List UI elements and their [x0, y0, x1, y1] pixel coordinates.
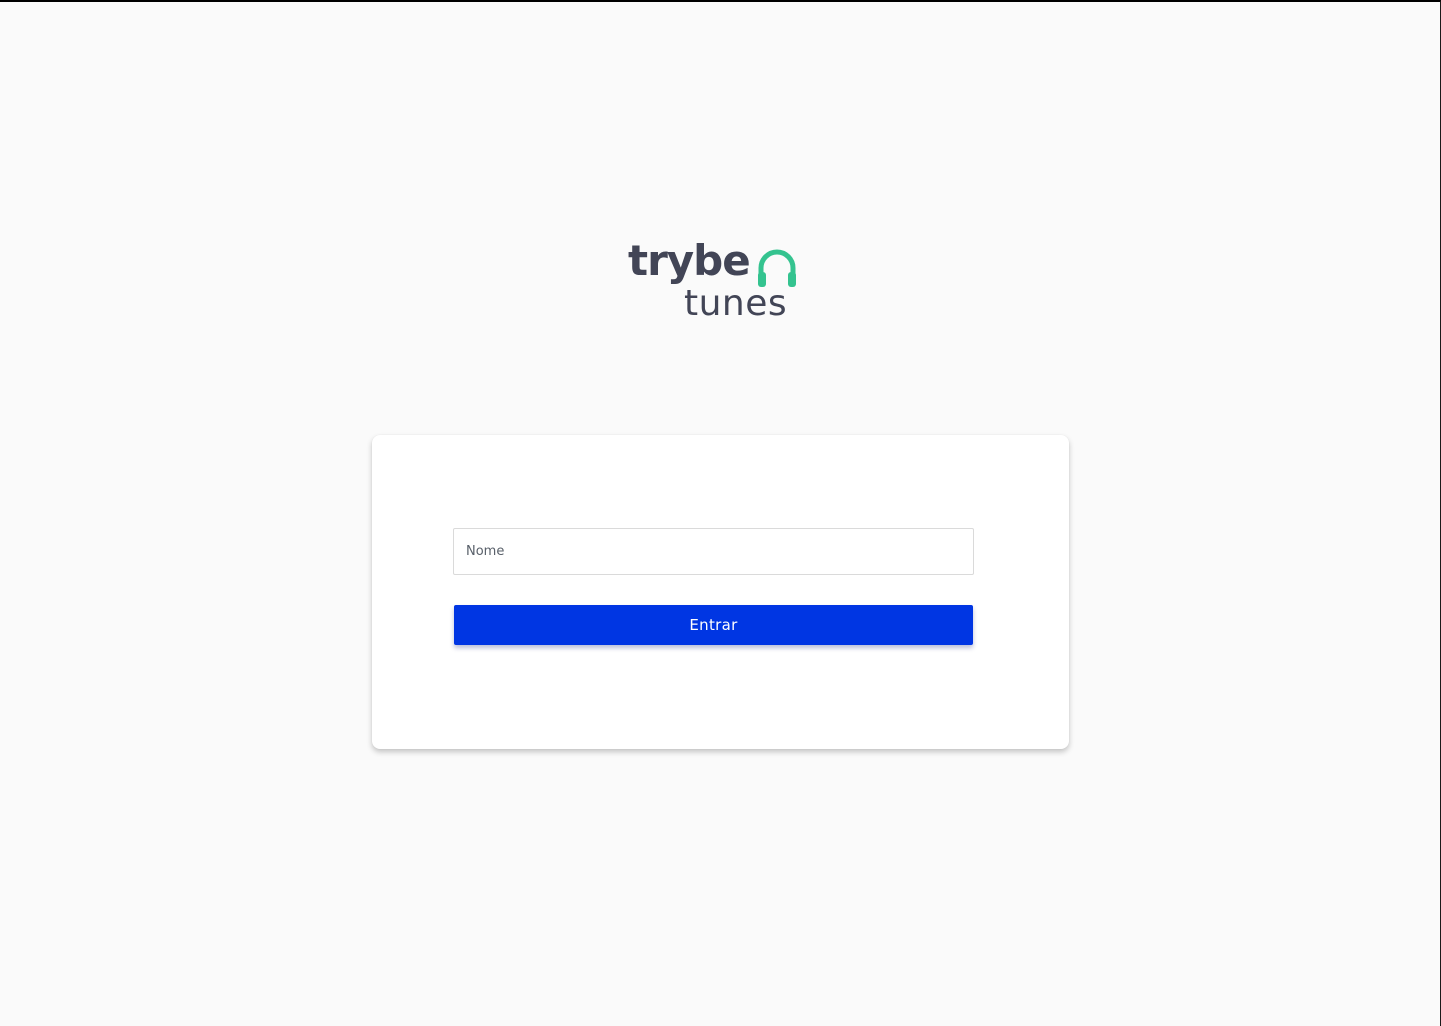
login-card: Entrar — [372, 435, 1069, 749]
enter-button[interactable]: Entrar — [454, 605, 973, 645]
trybe-tunes-logo: trybe tunes — [626, 240, 802, 328]
name-input[interactable] — [453, 528, 974, 575]
logo-text-tunes: tunes — [684, 283, 788, 324]
logo-text-trybe: trybe — [628, 236, 751, 285]
